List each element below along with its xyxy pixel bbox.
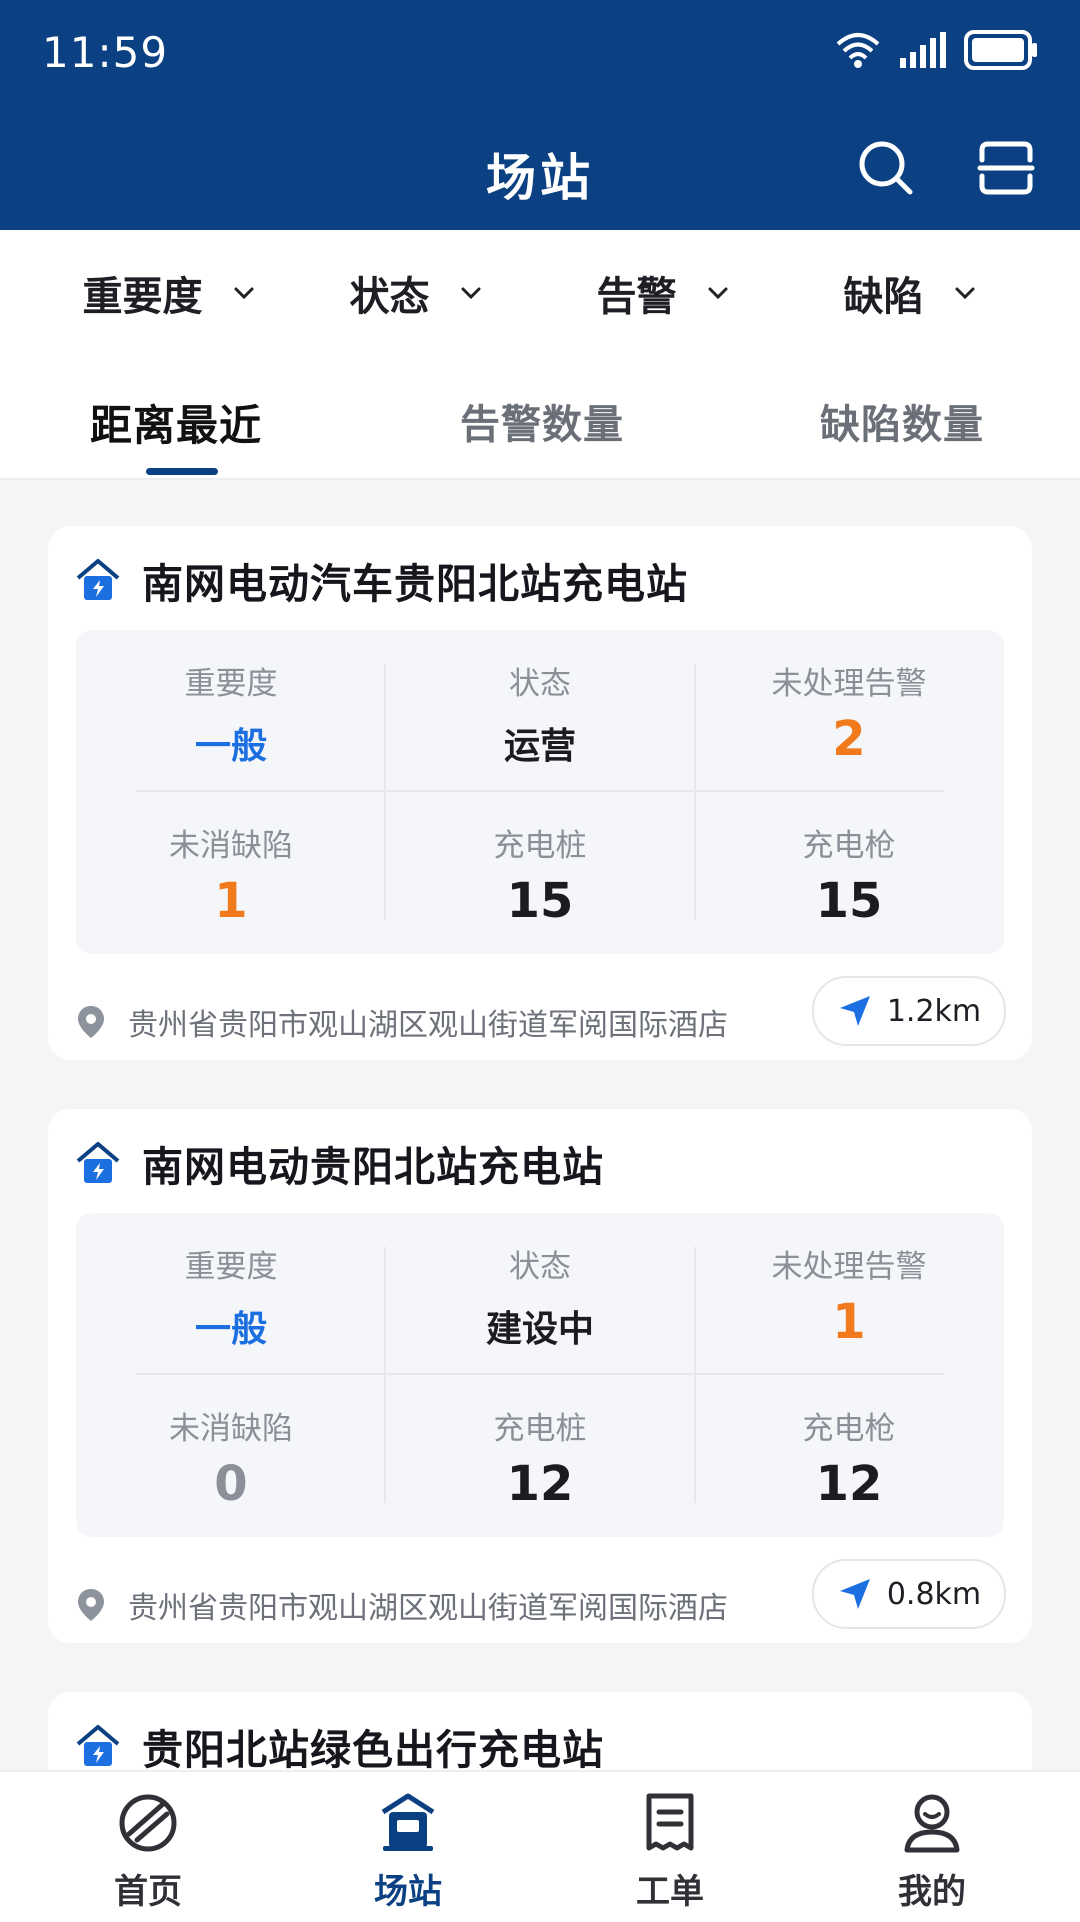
filter-status[interactable]: 状态	[293, 264, 540, 322]
stat-status: 状态 运营	[503, 666, 576, 767]
station-title: 贵阳北站绿色出行充电站	[74, 1716, 604, 1776]
station-address: 贵州省贵阳市观山湖区观山街道军阅国际酒店	[72, 1000, 728, 1044]
station-icon	[381, 1793, 435, 1851]
status-icons	[834, 30, 1038, 70]
divider	[136, 790, 944, 792]
station-title: 南网电动汽车贵阳北站充电站	[74, 550, 688, 610]
nav-station[interactable]: 场站	[338, 1790, 478, 1913]
scan-icon	[977, 141, 1035, 195]
work-order-icon	[646, 1793, 694, 1851]
station-name: 南网电动贵阳北站充电站	[142, 1143, 604, 1191]
filter-importance[interactable]: 重要度	[46, 264, 293, 322]
stat-status: 状态 建设中	[485, 1249, 594, 1350]
location-pin-icon	[78, 1006, 104, 1038]
navigate-button[interactable]: 0.8km	[812, 1559, 1006, 1629]
station-stats: 重要度 一般 状态 建设中 未处理告警 1 未消缺陷 0 充电桩 12 充电枪 …	[76, 1213, 1004, 1537]
bottom-navigation: 首页 场站 工单 我的	[0, 1770, 1080, 1922]
tab-defect-count[interactable]: 缺陷数量	[820, 392, 984, 450]
distance-value: 1.2km	[886, 993, 982, 1029]
nav-home[interactable]: 首页	[78, 1790, 218, 1913]
status-time: 11:59	[42, 28, 169, 77]
station-house-icon	[76, 559, 120, 600]
tab-alarm-count[interactable]: 告警数量	[460, 392, 624, 450]
battery-icon	[964, 30, 1037, 70]
chevron-down-icon	[708, 287, 727, 300]
navigation-arrow-icon	[839, 996, 870, 1026]
home-globe-icon	[119, 1794, 177, 1852]
search-icon	[859, 141, 913, 195]
filter-alarm[interactable]: 告警	[540, 264, 787, 322]
stat-importance: 重要度 一般	[184, 666, 278, 767]
sort-tabs: 距离最近 告警数量 缺陷数量	[0, 356, 1080, 480]
navigation-arrow-icon	[839, 1579, 870, 1609]
station-name: 南网电动汽车贵阳北站充电站	[142, 560, 688, 608]
nav-work-order[interactable]: 工单	[600, 1790, 740, 1913]
active-tab-indicator	[146, 468, 218, 475]
stat-open-defects: 未消缺陷 0	[169, 1411, 293, 1512]
stat-charging-guns: 充电枪 12	[802, 1411, 896, 1512]
stat-charging-piles: 充电桩 15	[493, 828, 587, 929]
divider	[136, 1373, 944, 1375]
station-title: 南网电动贵阳北站充电站	[74, 1133, 604, 1193]
navigate-button[interactable]: 1.2km	[812, 976, 1006, 1046]
chevron-down-icon	[234, 287, 253, 300]
location-pin-icon	[78, 1589, 104, 1621]
chevron-down-icon	[955, 287, 974, 300]
stat-importance: 重要度 一般	[184, 1249, 278, 1350]
distance-value: 0.8km	[886, 1576, 982, 1612]
station-address: 贵州省贵阳市观山湖区观山街道军阅国际酒店	[72, 1583, 728, 1627]
stat-unhandled-alarms: 未处理告警 2	[771, 666, 927, 767]
search-button[interactable]	[856, 138, 916, 198]
wifi-icon	[836, 33, 880, 68]
chevron-down-icon	[461, 287, 480, 300]
station-house-icon	[76, 1142, 120, 1183]
signal-icon	[900, 32, 946, 68]
filter-defect[interactable]: 缺陷	[787, 264, 1034, 322]
station-card[interactable]: 南网电动汽车贵阳北站充电站 重要度 一般 状态 运营 未处理告警 2 未消缺陷 …	[48, 526, 1032, 1060]
stat-unhandled-alarms: 未处理告警 1	[771, 1249, 927, 1350]
nav-profile[interactable]: 我的	[862, 1790, 1002, 1913]
filter-bar: 重要度 状态 告警 缺陷	[0, 230, 1080, 358]
station-house-icon	[76, 1725, 120, 1766]
scan-button[interactable]	[976, 138, 1036, 198]
app-header: 11:59 场站	[0, 0, 1080, 230]
stat-charging-guns: 充电枪 15	[802, 828, 896, 929]
stat-open-defects: 未消缺陷 1	[169, 828, 293, 929]
station-card[interactable]: 南网电动贵阳北站充电站 重要度 一般 状态 建设中 未处理告警 1 未消缺陷 0…	[48, 1109, 1032, 1643]
station-name: 贵阳北站绿色出行充电站	[142, 1726, 604, 1774]
tab-nearest[interactable]: 距离最近	[90, 392, 262, 453]
profile-icon	[904, 1794, 960, 1853]
header-actions	[856, 138, 1036, 198]
stat-charging-piles: 充电桩 12	[493, 1411, 587, 1512]
station-stats: 重要度 一般 状态 运营 未处理告警 2 未消缺陷 1 充电桩 15 充电枪 1…	[76, 630, 1004, 954]
